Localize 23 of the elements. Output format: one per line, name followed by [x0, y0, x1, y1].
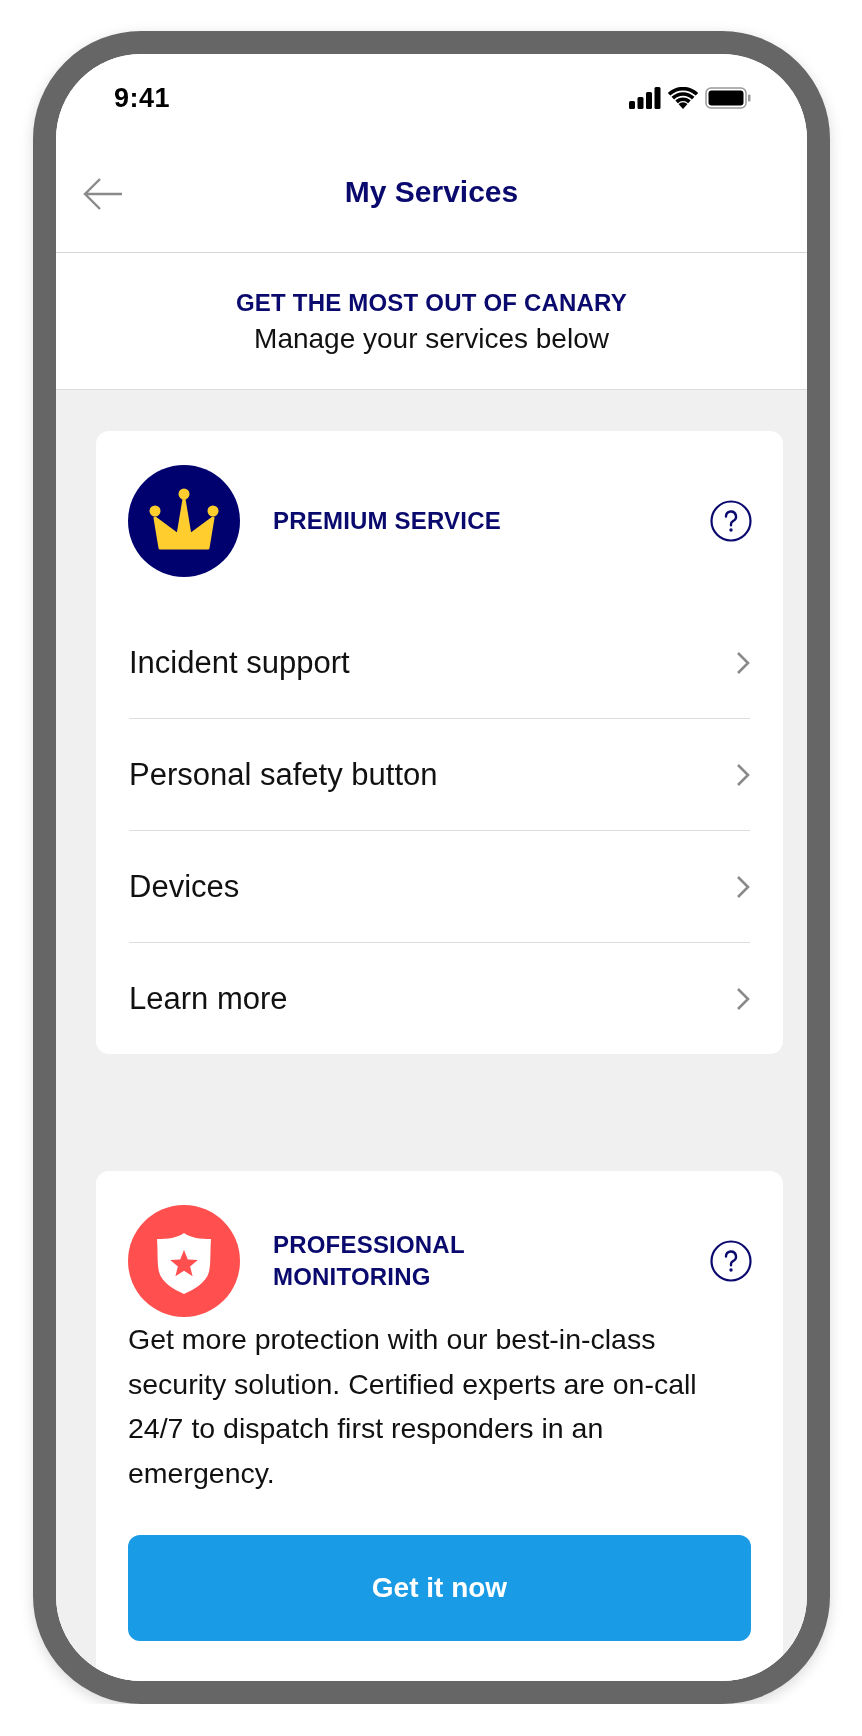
menu-row[interactable]: Personal safety button	[129, 718, 750, 830]
chevron-right-icon	[736, 650, 750, 675]
shield-icon	[128, 1205, 240, 1317]
wifi-icon	[668, 87, 698, 110]
service-description: Get more protection with our best-in-class security solution. Certified experts are on-call 24/7 to dispatch first responders in an emergency.	[128, 1322, 698, 1491]
page-title: My Services	[344, 174, 519, 209]
section-subtitle: Manage your services below	[254, 322, 609, 355]
status-time: 9:41	[114, 82, 171, 114]
menu-row[interactable]: Devices	[129, 830, 750, 942]
service-title: PREMIUM SERVICE	[273, 506, 502, 536]
chevron-right-icon	[736, 986, 750, 1011]
crown-icon	[128, 465, 240, 577]
chevron-right-icon	[736, 874, 750, 899]
signal-icon	[629, 87, 661, 110]
help-icon[interactable]	[710, 500, 752, 542]
menu-row[interactable]: Learn more	[129, 942, 750, 1054]
chevron-right-icon	[736, 762, 750, 787]
service-title: PROFESSIONAL MONITORING	[273, 1230, 466, 1292]
back-arrow-icon	[83, 177, 123, 212]
menu-row[interactable]: Incident support	[129, 607, 750, 718]
help-icon[interactable]	[710, 1240, 752, 1282]
battery-icon	[705, 87, 751, 110]
section-heading: GET THE MOST OUT OF CANARY	[236, 288, 627, 317]
